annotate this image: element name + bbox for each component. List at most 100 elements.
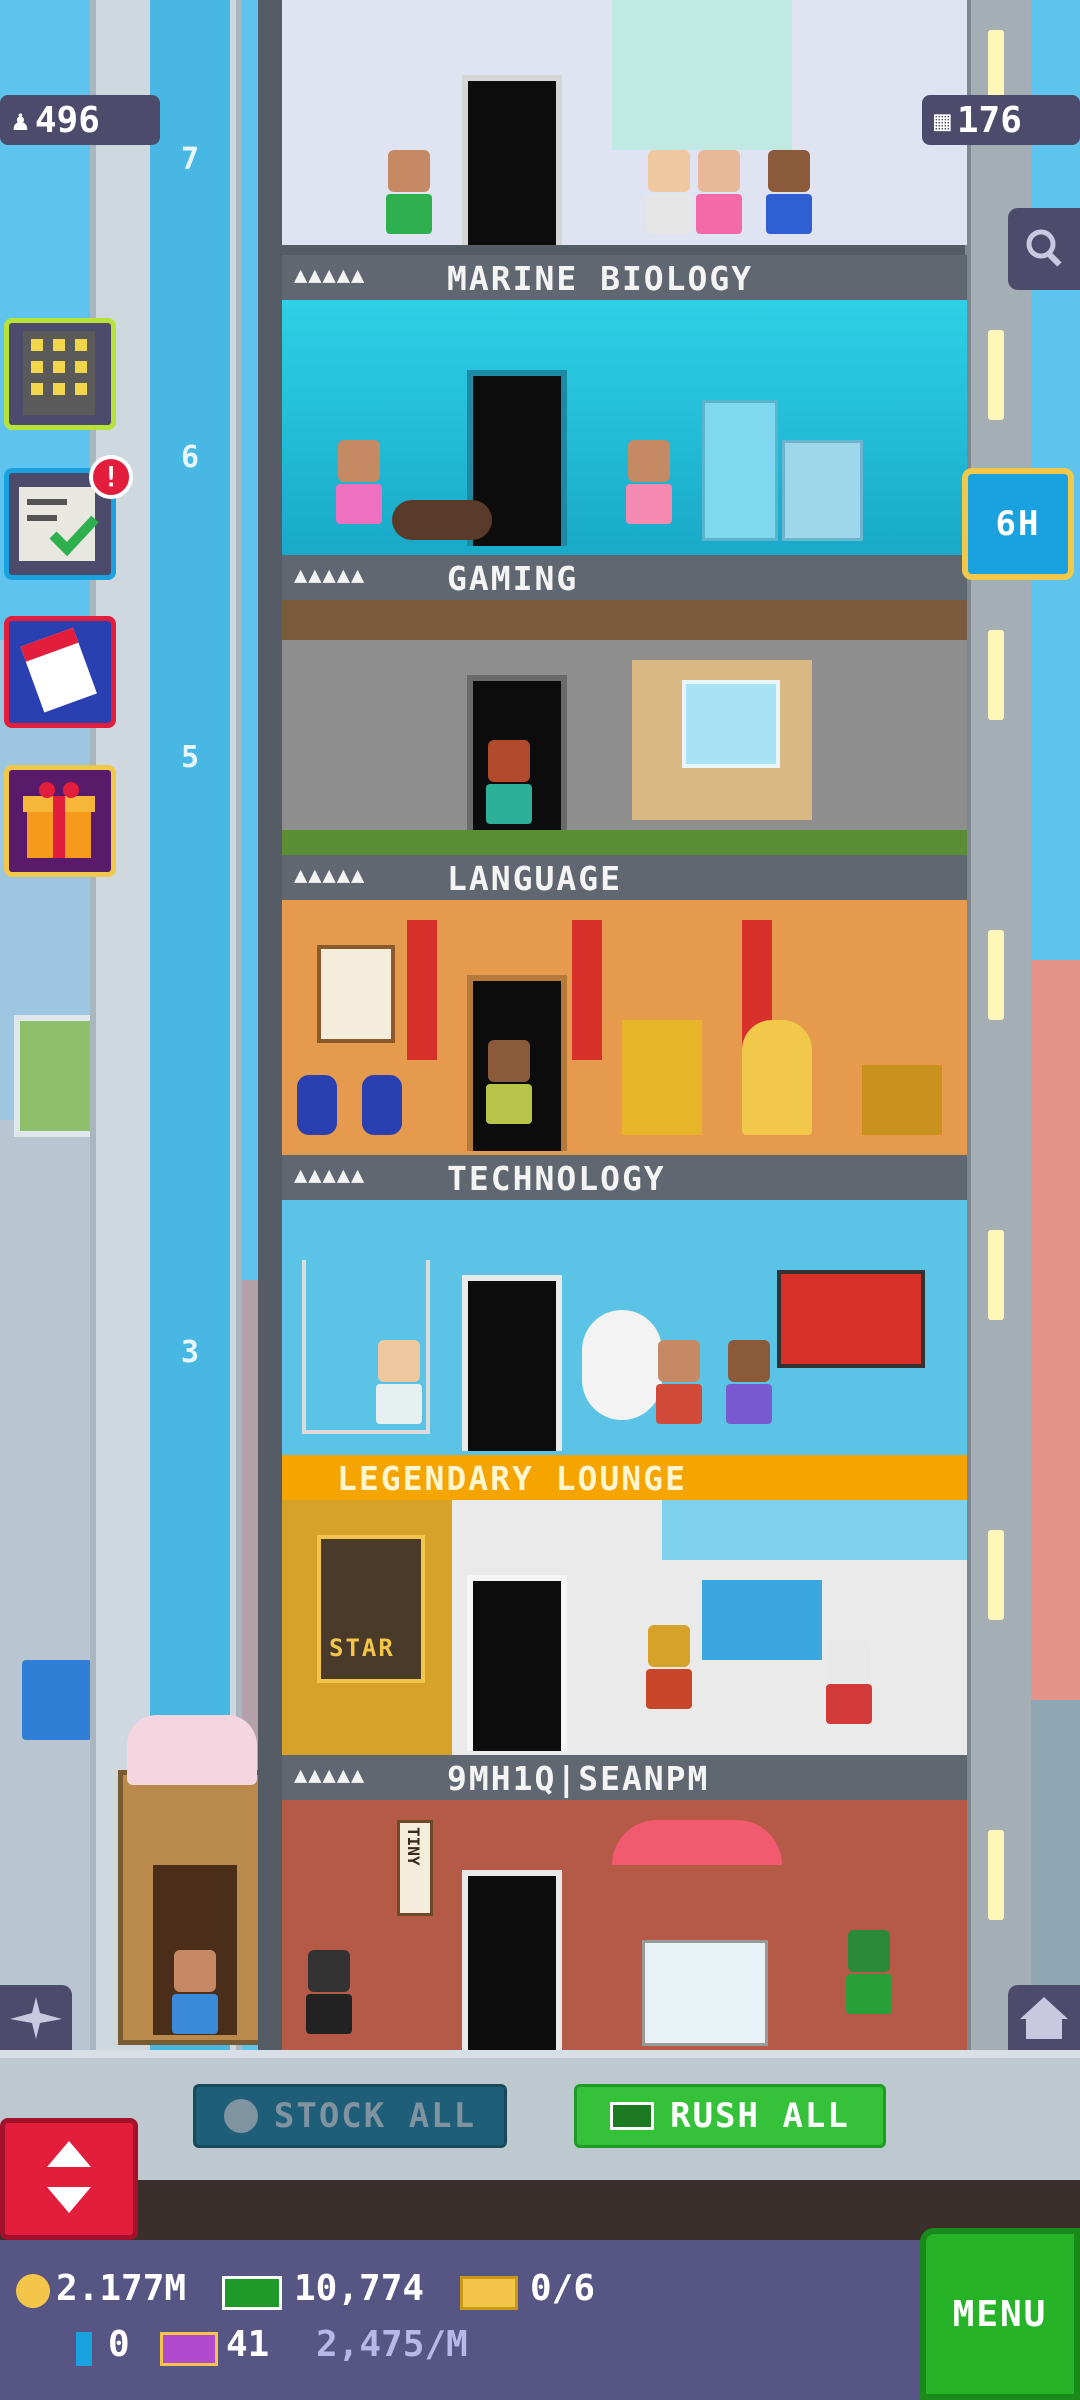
worker: [382, 150, 436, 245]
room-egyptian: [282, 900, 967, 1155]
worker: [372, 1340, 426, 1440]
vase: [297, 1075, 337, 1135]
worker: [652, 1340, 706, 1440]
population-value: 496: [34, 99, 100, 141]
floor-rating-stars: ▲▲▲▲▲: [294, 1163, 366, 1188]
floor-name: 9MH1Q|SEANPM: [447, 1759, 710, 1798]
calendar-button[interactable]: [4, 616, 116, 728]
quest-timer-button[interactable]: 6H: [962, 468, 1074, 580]
golden-value: 41: [226, 2324, 270, 2365]
bux-icon: [610, 2102, 655, 2130]
aquarium-window: [702, 1580, 822, 1660]
vase: [362, 1075, 402, 1135]
floor-label-bar: ▲▲▲▲▲ MARINE BIOLOGY: [282, 255, 967, 304]
gift-icon: [23, 782, 95, 858]
floor-marine-biology[interactable]: ▲▲▲▲▲ MARINE BIOLOGY: [282, 255, 967, 555]
elevator-floor-number: 3: [180, 1335, 200, 1370]
glass-roof: [662, 1500, 967, 1560]
curtain: [612, 0, 792, 150]
up-down-arrows-icon: [47, 2141, 91, 2213]
people-icon: ♟: [12, 103, 29, 137]
menu-label: MENU: [952, 2293, 1048, 2335]
stock-all-button[interactable]: STOCK ALL: [193, 2084, 507, 2148]
missions-button[interactable]: !: [4, 455, 133, 580]
elevator-car-roof: [127, 1715, 257, 1785]
build-floor-button[interactable]: [4, 318, 116, 430]
floor-rating-stars: ▲▲▲▲▲: [294, 863, 366, 888]
gift-button[interactable]: [4, 765, 116, 877]
floor-name: LANGUAGE: [447, 859, 622, 898]
key-icon: [76, 2332, 92, 2366]
fridge: [702, 400, 778, 541]
grass-floor: [282, 830, 967, 855]
background-sign-blue: [22, 1660, 92, 1740]
window: [682, 680, 780, 768]
search-icon: [1026, 229, 1062, 267]
search-button[interactable]: [1008, 208, 1080, 290]
floor-name: LEGENDARY LOUNGE: [337, 1459, 687, 1498]
pyramid-box: [862, 1065, 942, 1135]
elevator-control-button[interactable]: [0, 2118, 138, 2240]
calendar-icon: [20, 627, 97, 713]
pillar-light: [988, 930, 1004, 1020]
floor-language[interactable]: ▲▲▲▲▲ LANGUAGE: [282, 855, 967, 1155]
robot-character: [302, 1950, 356, 2050]
clock-icon: [223, 2099, 258, 2133]
notification-badge: !: [89, 455, 133, 499]
floor-label-bar: LEGENDARY LOUNGE: [282, 1455, 967, 1504]
elevator-passenger: [168, 1950, 222, 2050]
coins-value: 2.177M: [56, 2268, 187, 2309]
background-building-left-lower: [0, 1120, 90, 2120]
parasol: [612, 1820, 782, 1865]
floor-lobby[interactable]: ▲▲▲▲▲ 9MH1Q|SEANPM TINY: [282, 1755, 967, 2050]
status-bar: 2.177M 10,774 0/6 0 41 2,475/M: [0, 2240, 1080, 2400]
floor-label-bar: ▲▲▲▲▲ LANGUAGE: [282, 855, 967, 904]
elevator-floor-number: 6: [180, 440, 200, 475]
golden-throne: [622, 1020, 702, 1135]
worker: [482, 1040, 536, 1140]
legend-character: [822, 1640, 876, 1740]
lobby-floor-strip: [0, 2050, 1080, 2188]
quest-timer-label: 6H: [995, 504, 1041, 544]
tv-screen: [777, 1270, 925, 1368]
floor-gaming[interactable]: ▲▲▲▲▲ GAMING: [282, 555, 967, 855]
keys-value: 0: [108, 2324, 130, 2365]
population-counter[interactable]: ♟ 496: [0, 95, 160, 145]
floor-name: GAMING: [447, 559, 579, 598]
menu-button[interactable]: MENU: [920, 2228, 1080, 2400]
floor-label-bar: ▲▲▲▲▲ GAMING: [282, 555, 967, 604]
floor-rating-stars: ▲▲▲▲▲: [294, 263, 366, 288]
income-rate: 2,475/M: [316, 2324, 468, 2365]
room-door: [467, 1575, 567, 1751]
tower-pillar: [965, 0, 1031, 2050]
walrus: [392, 500, 492, 540]
food-cart: [642, 1940, 768, 2046]
floors-counter[interactable]: ▦ 176: [922, 95, 1080, 145]
red-column: [407, 920, 437, 1060]
golden-mirror: [742, 1020, 812, 1135]
room-lab: [282, 0, 967, 245]
tiny-sign-label: TINY: [404, 1827, 423, 1866]
room-brick: TINY: [282, 1800, 967, 2050]
floor-label-bar: ▲▲▲▲▲ 9MH1Q|SEANPM: [282, 1755, 967, 1804]
room-lounge: STAR: [282, 1500, 967, 1755]
rush-all-button[interactable]: RUSH ALL: [574, 2084, 886, 2148]
floors-value: 176: [956, 99, 1022, 141]
floor-rating-stars: ▲▲▲▲▲: [294, 563, 366, 588]
floor-label-bar: ▲▲▲▲▲ TECHNOLOGY: [282, 1155, 967, 1204]
floor-technology[interactable]: ▲▲▲▲▲ TECHNOLOGY: [282, 1155, 967, 1455]
worker: [722, 1340, 776, 1440]
floor-legendary-lounge[interactable]: LEGENDARY LOUNGE STAR: [282, 1455, 967, 1755]
worker: [642, 150, 696, 245]
tiny-sign: TINY: [397, 1820, 433, 1916]
pillar-light: [988, 1230, 1004, 1320]
bux-value: 10,774: [294, 2268, 425, 2309]
room-aquarium: [282, 300, 967, 555]
stock-all-label: STOCK ALL: [273, 2096, 477, 2136]
pillar-light: [988, 1830, 1004, 1920]
elevator-car[interactable]: [118, 1715, 268, 2045]
elevator-floor-number: 5: [180, 740, 200, 775]
rush-all-label: RUSH ALL: [670, 2096, 850, 2136]
star-poster-label: STAR: [329, 1634, 395, 1662]
floor-partial-top[interactable]: [282, 0, 967, 245]
